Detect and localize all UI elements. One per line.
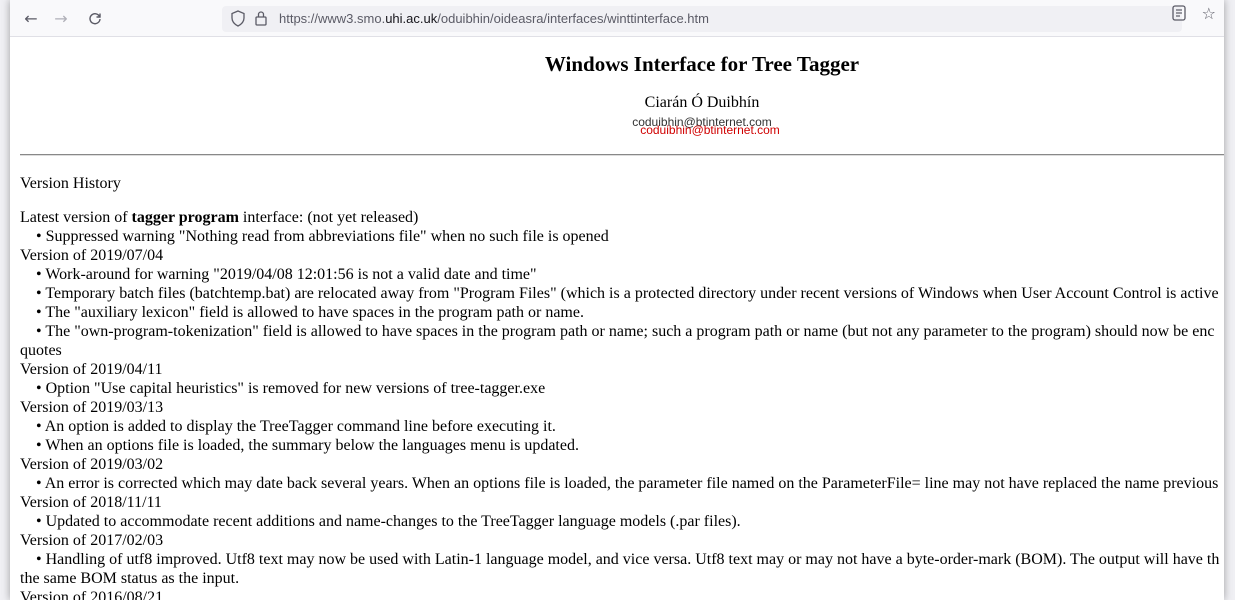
browser-window: ← → https://www3.smo.uhi.ac.uk/oduibhin/…: [10, 0, 1224, 600]
version-heading: Version of 2019/04/11: [20, 361, 163, 378]
version-heading: Version of 2019/03/13: [20, 399, 164, 416]
change-item: • Work-around for warning "2019/04/08 12…: [36, 266, 537, 283]
version-heading: Version of 2017/02/03: [20, 532, 164, 549]
change-item: • Handling of utf8 improved. Utf8 text m…: [36, 551, 1220, 568]
reload-icon[interactable]: [84, 8, 106, 30]
back-arrow-icon[interactable]: ←: [20, 8, 42, 30]
url-domain: uhi.ac.uk: [385, 11, 438, 26]
address-bar[interactable]: https://www3.smo.uhi.ac.uk/oduibhin/oide…: [222, 6, 1182, 32]
author-email: coduibhin@btinternet.com coduibhin@btint…: [20, 113, 1224, 143]
version-history-label: Version History: [20, 175, 121, 192]
version-heading: Version of 2019/07/04: [20, 247, 164, 264]
change-item: • An option is added to display the Tree…: [36, 418, 556, 435]
change-item-continuation: the same BOM status as the input.: [20, 570, 240, 587]
version-heading: Version of 2019/03/02: [20, 456, 164, 473]
change-item: • Suppressed warning "Nothing read from …: [36, 228, 609, 245]
latest-suffix: interface: (not yet released): [238, 209, 419, 226]
url-text[interactable]: https://www3.smo.uhi.ac.uk/oduibhin/oide…: [279, 11, 709, 26]
forward-arrow-icon[interactable]: →: [50, 8, 72, 30]
change-item: • The "auxiliary lexicon" field is allow…: [36, 304, 584, 321]
url-path: /oduibhin/oideasra/interfaces/winttinter…: [437, 11, 709, 26]
change-item: • When an options file is loaded, the su…: [36, 437, 579, 454]
latest-program-name: tagger program: [131, 209, 239, 226]
browser-toolbar: ← → https://www3.smo.uhi.ac.uk/oduibhin/…: [10, 0, 1224, 37]
horizontal-rule: [20, 154, 1224, 156]
change-item: • Option "Use capital heuristics" is rem…: [36, 380, 546, 397]
change-item: • The "own-program-tokenization" field i…: [36, 323, 1215, 340]
latest-version-line: Latest version of tagger program interfa…: [20, 208, 1224, 227]
email-text-overlay[interactable]: coduibhin@btinternet.com: [20, 121, 1224, 140]
latest-prefix: Latest version of: [20, 209, 132, 226]
version-heading: Version of 2018/11/11: [20, 494, 162, 511]
lock-icon[interactable]: [254, 10, 268, 32]
change-item: • An error is corrected which may date b…: [36, 475, 1219, 492]
page-content: Windows Interface for Tree Tagger Ciarán…: [20, 37, 1224, 600]
change-item: • Temporary batch files (batchtemp.bat) …: [36, 285, 1219, 302]
page-title: Windows Interface for Tree Tagger: [544, 52, 860, 76]
bookmark-star-icon[interactable]: ☆: [1202, 4, 1216, 23]
version-history-list: Latest version of tagger program interfa…: [20, 208, 1224, 600]
version-heading: Version of 2016/08/21: [20, 589, 164, 600]
url-prefix: https://www3.smo.: [279, 11, 386, 26]
shield-icon[interactable]: [231, 10, 245, 32]
change-item: • Updated to accommodate recent addition…: [36, 513, 741, 530]
reader-view-icon[interactable]: [1172, 5, 1186, 26]
change-item-continuation: quotes: [20, 342, 62, 359]
author-name: Ciarán Ó Duibhín: [644, 94, 760, 111]
